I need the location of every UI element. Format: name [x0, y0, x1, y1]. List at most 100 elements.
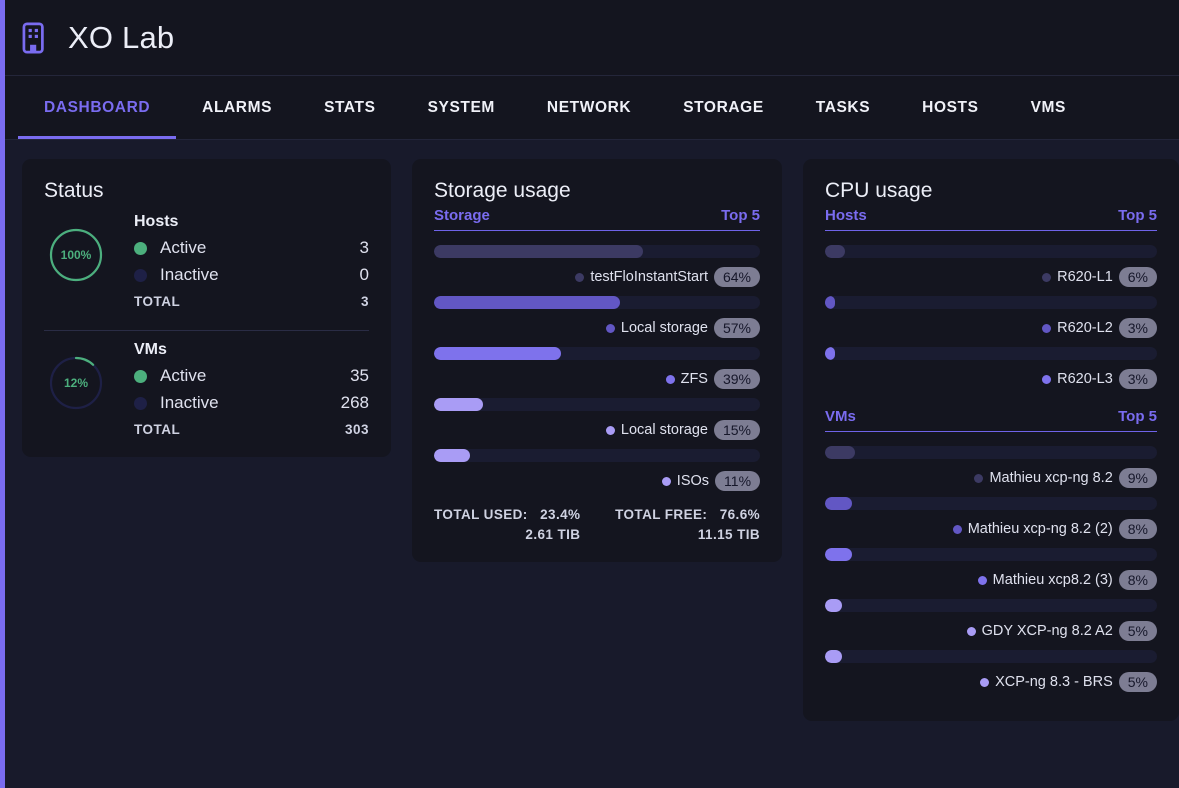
- hosts-active-row: Active 3: [134, 238, 369, 258]
- bar-legend-dot: [1042, 374, 1052, 384]
- bar-row: ISOs 11%: [434, 449, 761, 491]
- vms-inactive-value: 268: [340, 393, 370, 412]
- storage-card-title: Storage usage: [434, 179, 571, 202]
- bar-row: R620-L3 3%: [825, 347, 1157, 389]
- vms-donut-percent: 12%: [63, 376, 89, 390]
- cpu-vms-bar-list: Mathieu xcp-ng 8.2 9% Mathieu xcp-ng 8.2 (…: [825, 446, 1157, 692]
- bar-legend-dot: [980, 677, 990, 687]
- cpu-hosts-top5-label: Top 5: [1118, 207, 1157, 224]
- bar-meta: ZFS 39%: [434, 369, 761, 389]
- bar-label: Local storage: [620, 422, 708, 438]
- bar-meta: R620-L3 3%: [825, 369, 1157, 389]
- bar-row: Mathieu xcp-ng 8.2 9%: [825, 446, 1157, 488]
- bar-meta: Mathieu xcp8.2 (3) 8%: [825, 570, 1157, 590]
- tab-vms[interactable]: VMS: [1005, 76, 1092, 139]
- bar-fill: [434, 398, 483, 411]
- hosts-donut-chart: 100%: [44, 213, 108, 283]
- page-title: XO Lab: [68, 19, 175, 55]
- total-free-size: 11.15 TIB: [697, 527, 761, 542]
- active-status-dot: [134, 241, 147, 255]
- tab-stats[interactable]: STATS: [298, 76, 402, 139]
- total-used-label: TOTAL USED:: [434, 507, 528, 522]
- bar-label: Mathieu xcp-ng 8.2: [989, 470, 1113, 486]
- total-used-size: 2.61 TIB: [525, 527, 581, 542]
- bar-label: Mathieu xcp-ng 8.2 (2): [967, 521, 1113, 537]
- inactive-status-dot: [134, 268, 147, 282]
- vms-total-value: 303: [344, 422, 370, 437]
- tab-hosts[interactable]: HOSTS: [896, 76, 1004, 139]
- bar-percent-badge: 5%: [1118, 621, 1157, 641]
- bar-track: [825, 296, 1157, 309]
- bar-fill: [434, 347, 562, 360]
- tab-storage[interactable]: STORAGE: [657, 76, 790, 139]
- bar-legend-dot: [665, 374, 675, 384]
- bar-percent-badge: 8%: [1118, 570, 1157, 590]
- bar-row: GDY XCP-ng 8.2 A2 5%: [825, 599, 1157, 641]
- storage-section-header: Storage Top 5: [434, 207, 761, 231]
- tab-network[interactable]: NETWORK: [521, 76, 657, 139]
- bar-track: [825, 347, 1157, 360]
- bar-percent-badge: 8%: [1118, 519, 1157, 539]
- bar-percent-badge: 11%: [715, 471, 761, 491]
- bar-row: R620-L2 3%: [825, 296, 1157, 338]
- bar-fill: [825, 296, 835, 309]
- cpu-hosts-section-header: Hosts Top 5: [825, 207, 1157, 231]
- bar-percent-badge: 64%: [713, 267, 761, 287]
- building-icon: [18, 21, 52, 55]
- vms-label: VMs: [134, 341, 167, 358]
- bar-percent-badge: 3%: [1118, 318, 1157, 338]
- cpu-hosts-label: Hosts: [825, 207, 867, 224]
- tab-dashboard[interactable]: DASHBOARD: [18, 76, 177, 139]
- bar-row: testFloInstantStart 64%: [434, 245, 761, 287]
- bar-percent-badge: 5%: [1118, 672, 1157, 692]
- bar-label: Mathieu xcp8.2 (3): [992, 572, 1113, 588]
- storage-top5-label: Top 5: [721, 207, 761, 224]
- storage-bar-list: testFloInstantStart 64% Local storage 57% ZF…: [434, 245, 761, 491]
- tab-system[interactable]: SYSTEM: [402, 76, 521, 139]
- status-group-hosts: 100% Hosts Active 3 Inactive 0 TOTAL 3: [44, 207, 369, 309]
- bar-label: XCP-ng 8.3 - BRS: [995, 674, 1113, 690]
- bar-legend-dot: [1042, 272, 1052, 282]
- main-navigation: DASHBOARD ALARMS STATS SYSTEM NETWORK STORAGE…: [0, 76, 1179, 140]
- bar-percent-badge: 9%: [1118, 468, 1157, 488]
- status-card-title: Status: [44, 179, 104, 202]
- bar-meta: Local storage 15%: [434, 420, 761, 440]
- bar-row: XCP-ng 8.3 - BRS 5%: [825, 650, 1157, 692]
- bar-fill: [825, 548, 852, 561]
- cpu-card-title: CPU usage: [825, 179, 933, 202]
- bar-legend-dot: [605, 425, 615, 435]
- bar-percent-badge: 15%: [713, 420, 761, 440]
- bar-label: testFloInstantStart: [590, 269, 708, 285]
- bar-meta: Local storage 57%: [434, 318, 761, 338]
- cpu-usage-card: CPU usage Hosts Top 5 R620-L1 6% R620-L2 3%…: [803, 159, 1179, 721]
- bar-fill: [825, 599, 842, 612]
- bar-fill: [434, 449, 470, 462]
- tab-alarms[interactable]: ALARMS: [176, 76, 298, 139]
- bar-fill: [825, 650, 842, 663]
- bar-fill: [825, 497, 852, 510]
- bar-row: Mathieu xcp-ng 8.2 (2) 8%: [825, 497, 1157, 539]
- bar-label: ISOs: [676, 473, 710, 489]
- bar-track: [434, 245, 761, 258]
- storage-totals: TOTAL USED: 23.4% 2.61 TIB TOTAL FREE: 7…: [434, 507, 760, 542]
- bar-track: [825, 599, 1157, 612]
- vms-active-label: Active: [160, 366, 207, 385]
- hosts-inactive-label: Inactive: [160, 265, 219, 284]
- cpu-hosts-bar-list: R620-L1 6% R620-L2 3% R620-L3 3%: [825, 245, 1157, 389]
- bar-legend-dot: [974, 473, 984, 483]
- bar-meta: Mathieu xcp-ng 8.2 9%: [825, 468, 1157, 488]
- tab-tasks[interactable]: TASKS: [790, 76, 896, 139]
- cpu-vms-top5-label: Top 5: [1118, 408, 1157, 425]
- hosts-label: Hosts: [134, 213, 179, 230]
- bar-fill: [434, 245, 643, 258]
- bar-legend-dot: [966, 626, 976, 636]
- bar-row: Mathieu xcp8.2 (3) 8%: [825, 548, 1157, 590]
- bar-legend-dot: [575, 272, 585, 282]
- bar-meta: R620-L1 6%: [825, 267, 1157, 287]
- bar-row: Local storage 57%: [434, 296, 761, 338]
- total-free-percent: 76.6%: [719, 507, 761, 522]
- total-free-label: TOTAL FREE:: [615, 507, 708, 522]
- total-free-block: TOTAL FREE: 76.6% 11.15 TIB: [615, 507, 760, 542]
- hosts-total-label: TOTAL: [134, 294, 181, 309]
- bar-track: [825, 245, 1157, 258]
